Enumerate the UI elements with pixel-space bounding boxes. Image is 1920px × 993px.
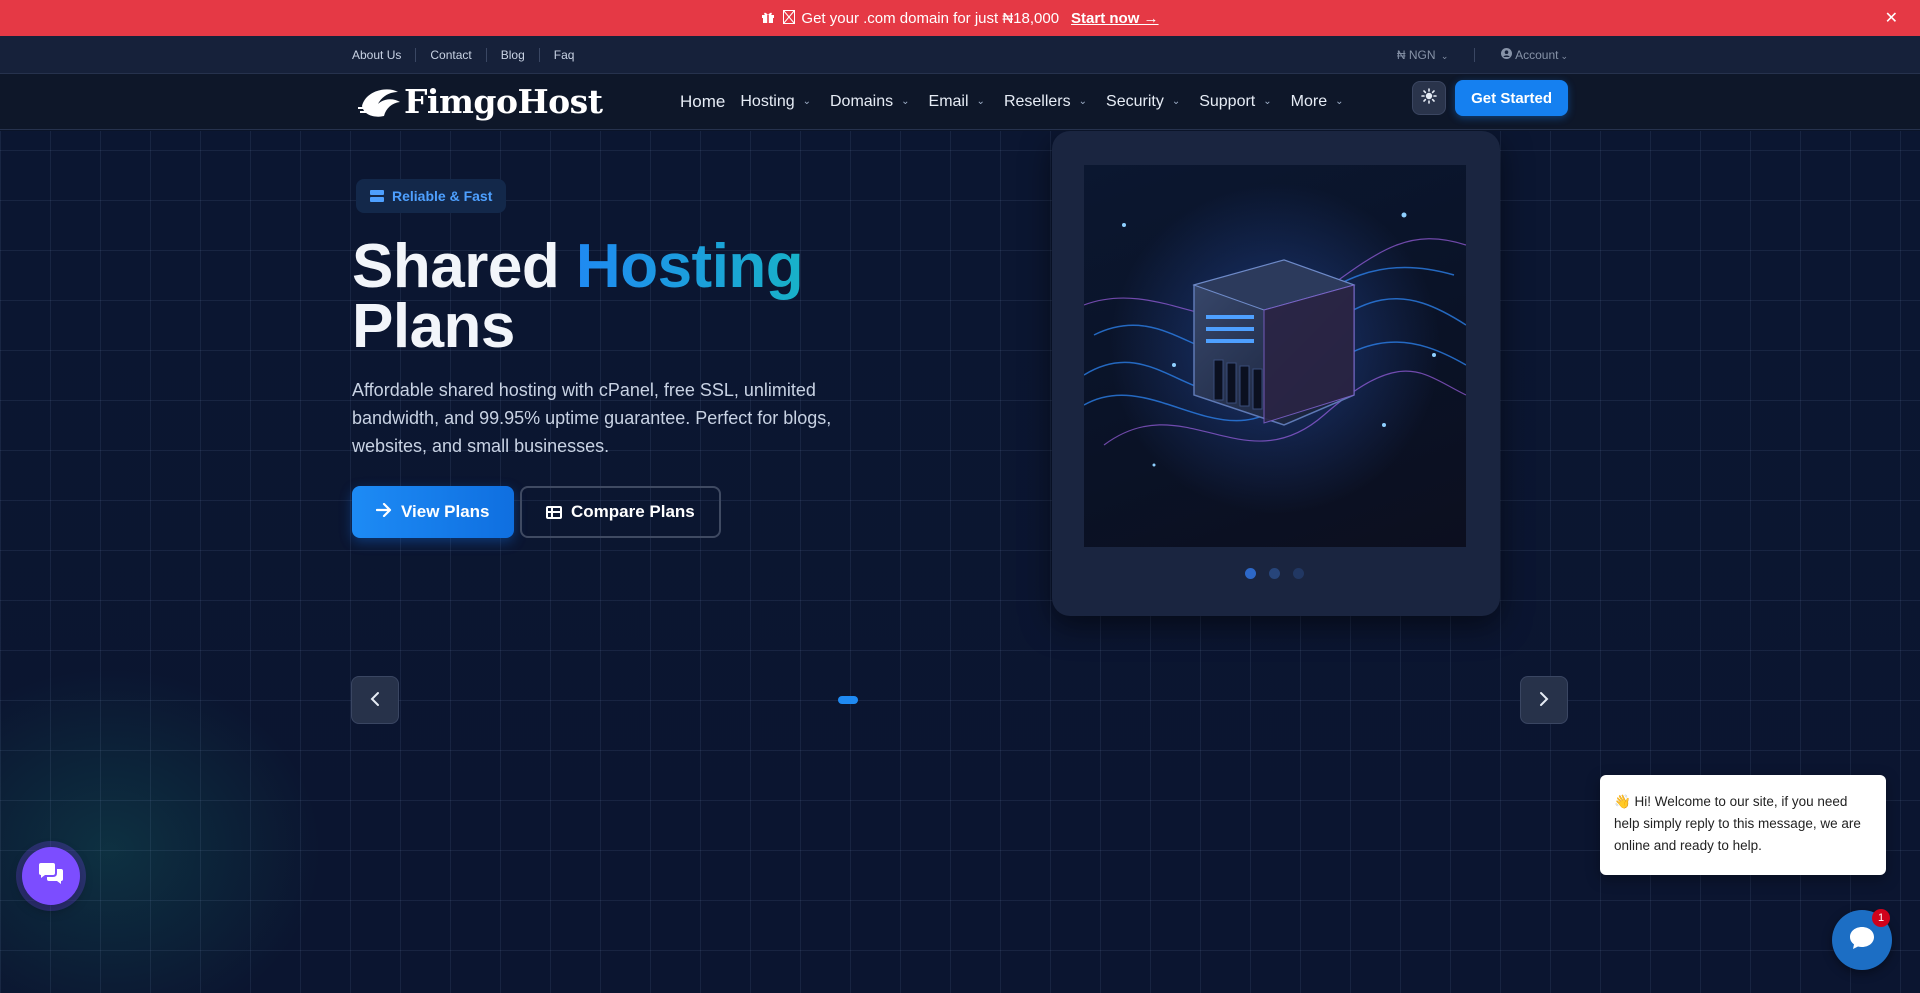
chat-icon — [1847, 923, 1877, 958]
nav-item-home[interactable]: Home — [680, 92, 725, 112]
compare-plans-button[interactable]: Compare Plans — [520, 486, 721, 538]
live-chat-button[interactable] — [22, 847, 80, 905]
messenger-button[interactable]: 1 — [1832, 909, 1892, 970]
hero-description: Affordable shared hosting with cPanel, f… — [352, 380, 832, 456]
chevron-down-icon: ⌄ — [1171, 96, 1181, 107]
account-selector[interactable]: Account ⌄ — [1501, 47, 1568, 62]
nav-item-more[interactable]: More ⌄ — [1291, 93, 1344, 111]
chevron-down-icon: ⌄ — [802, 96, 811, 107]
carousel-next-button[interactable] — [1520, 676, 1568, 724]
title-part1: Shared — [352, 232, 576, 301]
title-accent: Hosting — [575, 232, 804, 301]
arrow-right-icon — [375, 502, 392, 522]
main-navbar: FimgoHost Home Hosting ⌄ Domains ⌄ Email ⌄ … — [0, 74, 1920, 130]
link-contact[interactable]: Contact — [416, 47, 487, 62]
nav-item-hosting[interactable]: Hosting ⌄ — [740, 93, 811, 111]
chevron-down-icon: ⌄ — [976, 96, 985, 107]
theme-toggle-button[interactable] — [1412, 81, 1447, 115]
button-label: View Plans — [401, 502, 490, 521]
nav-item-security[interactable]: Security ⌄ — [1106, 93, 1180, 111]
nav-label: Home — [680, 91, 726, 111]
currency-selector[interactable]: ₦ NGN ⌄ — [1397, 48, 1449, 62]
promo-banner: Get your .com domain for just ₦18,000 St… — [0, 0, 1920, 36]
title-part2: Plans — [352, 292, 515, 361]
currency-label: ₦ NGN — [1396, 47, 1436, 62]
chevron-down-icon: ⌄ — [1078, 96, 1088, 107]
server-icon — [370, 190, 384, 202]
logo-text: FimgoHost — [404, 82, 603, 121]
nav-label: Resellers — [1003, 92, 1071, 110]
user-icon — [1501, 47, 1515, 62]
chevron-down-icon: ⌄ — [1440, 50, 1449, 61]
chat-welcome-bubble[interactable]: 👋 Hi! Welcome to our site, if you need h… — [1600, 775, 1886, 875]
link-faq[interactable]: Faq — [540, 48, 589, 62]
main-menu: Home Hosting ⌄ Domains ⌄ Email ⌄ Resellers ⌄… — [680, 92, 1362, 112]
divider — [1474, 47, 1476, 62]
chevron-down-icon: ⌄ — [1560, 50, 1568, 61]
flag-placeholder-icon — [783, 9, 796, 27]
nav-item-support[interactable]: Support ⌄ — [1199, 93, 1271, 111]
view-plans-button[interactable]: View Plans — [352, 486, 514, 538]
site-logo[interactable]: FimgoHost — [358, 82, 680, 121]
slide-indicator[interactable] — [838, 696, 858, 704]
badge-label: Reliable & Fast — [392, 188, 493, 204]
nav-label: Email — [928, 92, 969, 110]
get-started-button[interactable]: Get Started — [1455, 80, 1568, 116]
nav-label: Domains — [830, 92, 894, 110]
button-label: Compare Plans — [571, 502, 695, 521]
chevron-right-icon — [1538, 687, 1550, 713]
nav-label: Hosting — [740, 92, 795, 110]
nav-label: Support — [1199, 92, 1256, 110]
chevron-down-icon: ⌄ — [1335, 96, 1344, 107]
sun-icon — [1421, 87, 1437, 109]
carousel-dot[interactable] — [1269, 568, 1280, 579]
nav-label: Security — [1106, 92, 1164, 110]
nav-item-resellers[interactable]: Resellers ⌄ — [1004, 93, 1087, 111]
server-illustration-image — [1084, 165, 1466, 547]
welcome-text: 👋 Hi! Welcome to our site, if you need h… — [1614, 794, 1861, 853]
table-icon — [546, 505, 562, 519]
link-about-us[interactable]: About Us — [352, 47, 417, 62]
logo-mark-icon — [358, 84, 402, 120]
promo-cta-link[interactable]: Start now → — [1071, 10, 1159, 27]
unread-badge: 1 — [1872, 909, 1890, 927]
chevron-down-icon: ⌄ — [1263, 96, 1272, 107]
link-blog[interactable]: Blog — [487, 47, 540, 62]
close-icon[interactable]: ✕ — [1885, 8, 1898, 28]
gift-icon — [761, 10, 775, 27]
hero-badge: Reliable & Fast — [356, 179, 507, 213]
promo-text: Get your .com domain for just ₦18,000 — [801, 9, 1060, 27]
utility-links: About Us Contact Blog Faq — [352, 47, 589, 62]
account-label: Account — [1515, 47, 1559, 62]
nav-actions: Get Started — [1412, 80, 1568, 116]
chevron-down-icon: ⌄ — [901, 96, 910, 107]
carousel-prev-button[interactable] — [351, 676, 399, 724]
hero-image-card — [1052, 131, 1500, 616]
image-carousel-dots — [1245, 568, 1317, 579]
carousel-dot[interactable] — [1293, 568, 1304, 579]
utility-right: ₦ NGN ⌄ Account ⌄ — [1397, 47, 1568, 62]
nav-item-domains[interactable]: Domains ⌄ — [830, 93, 910, 111]
nav-label: More — [1290, 92, 1328, 110]
utility-bar: About Us Contact Blog Faq ₦ NGN ⌄ Accoun… — [0, 36, 1920, 74]
carousel-dot[interactable] — [1245, 568, 1256, 579]
chat-bubbles-icon — [37, 862, 65, 891]
chevron-left-icon — [369, 687, 381, 713]
nav-item-email[interactable]: Email ⌄ — [929, 93, 985, 111]
hero-title: Shared Hosting Plans — [352, 236, 804, 358]
